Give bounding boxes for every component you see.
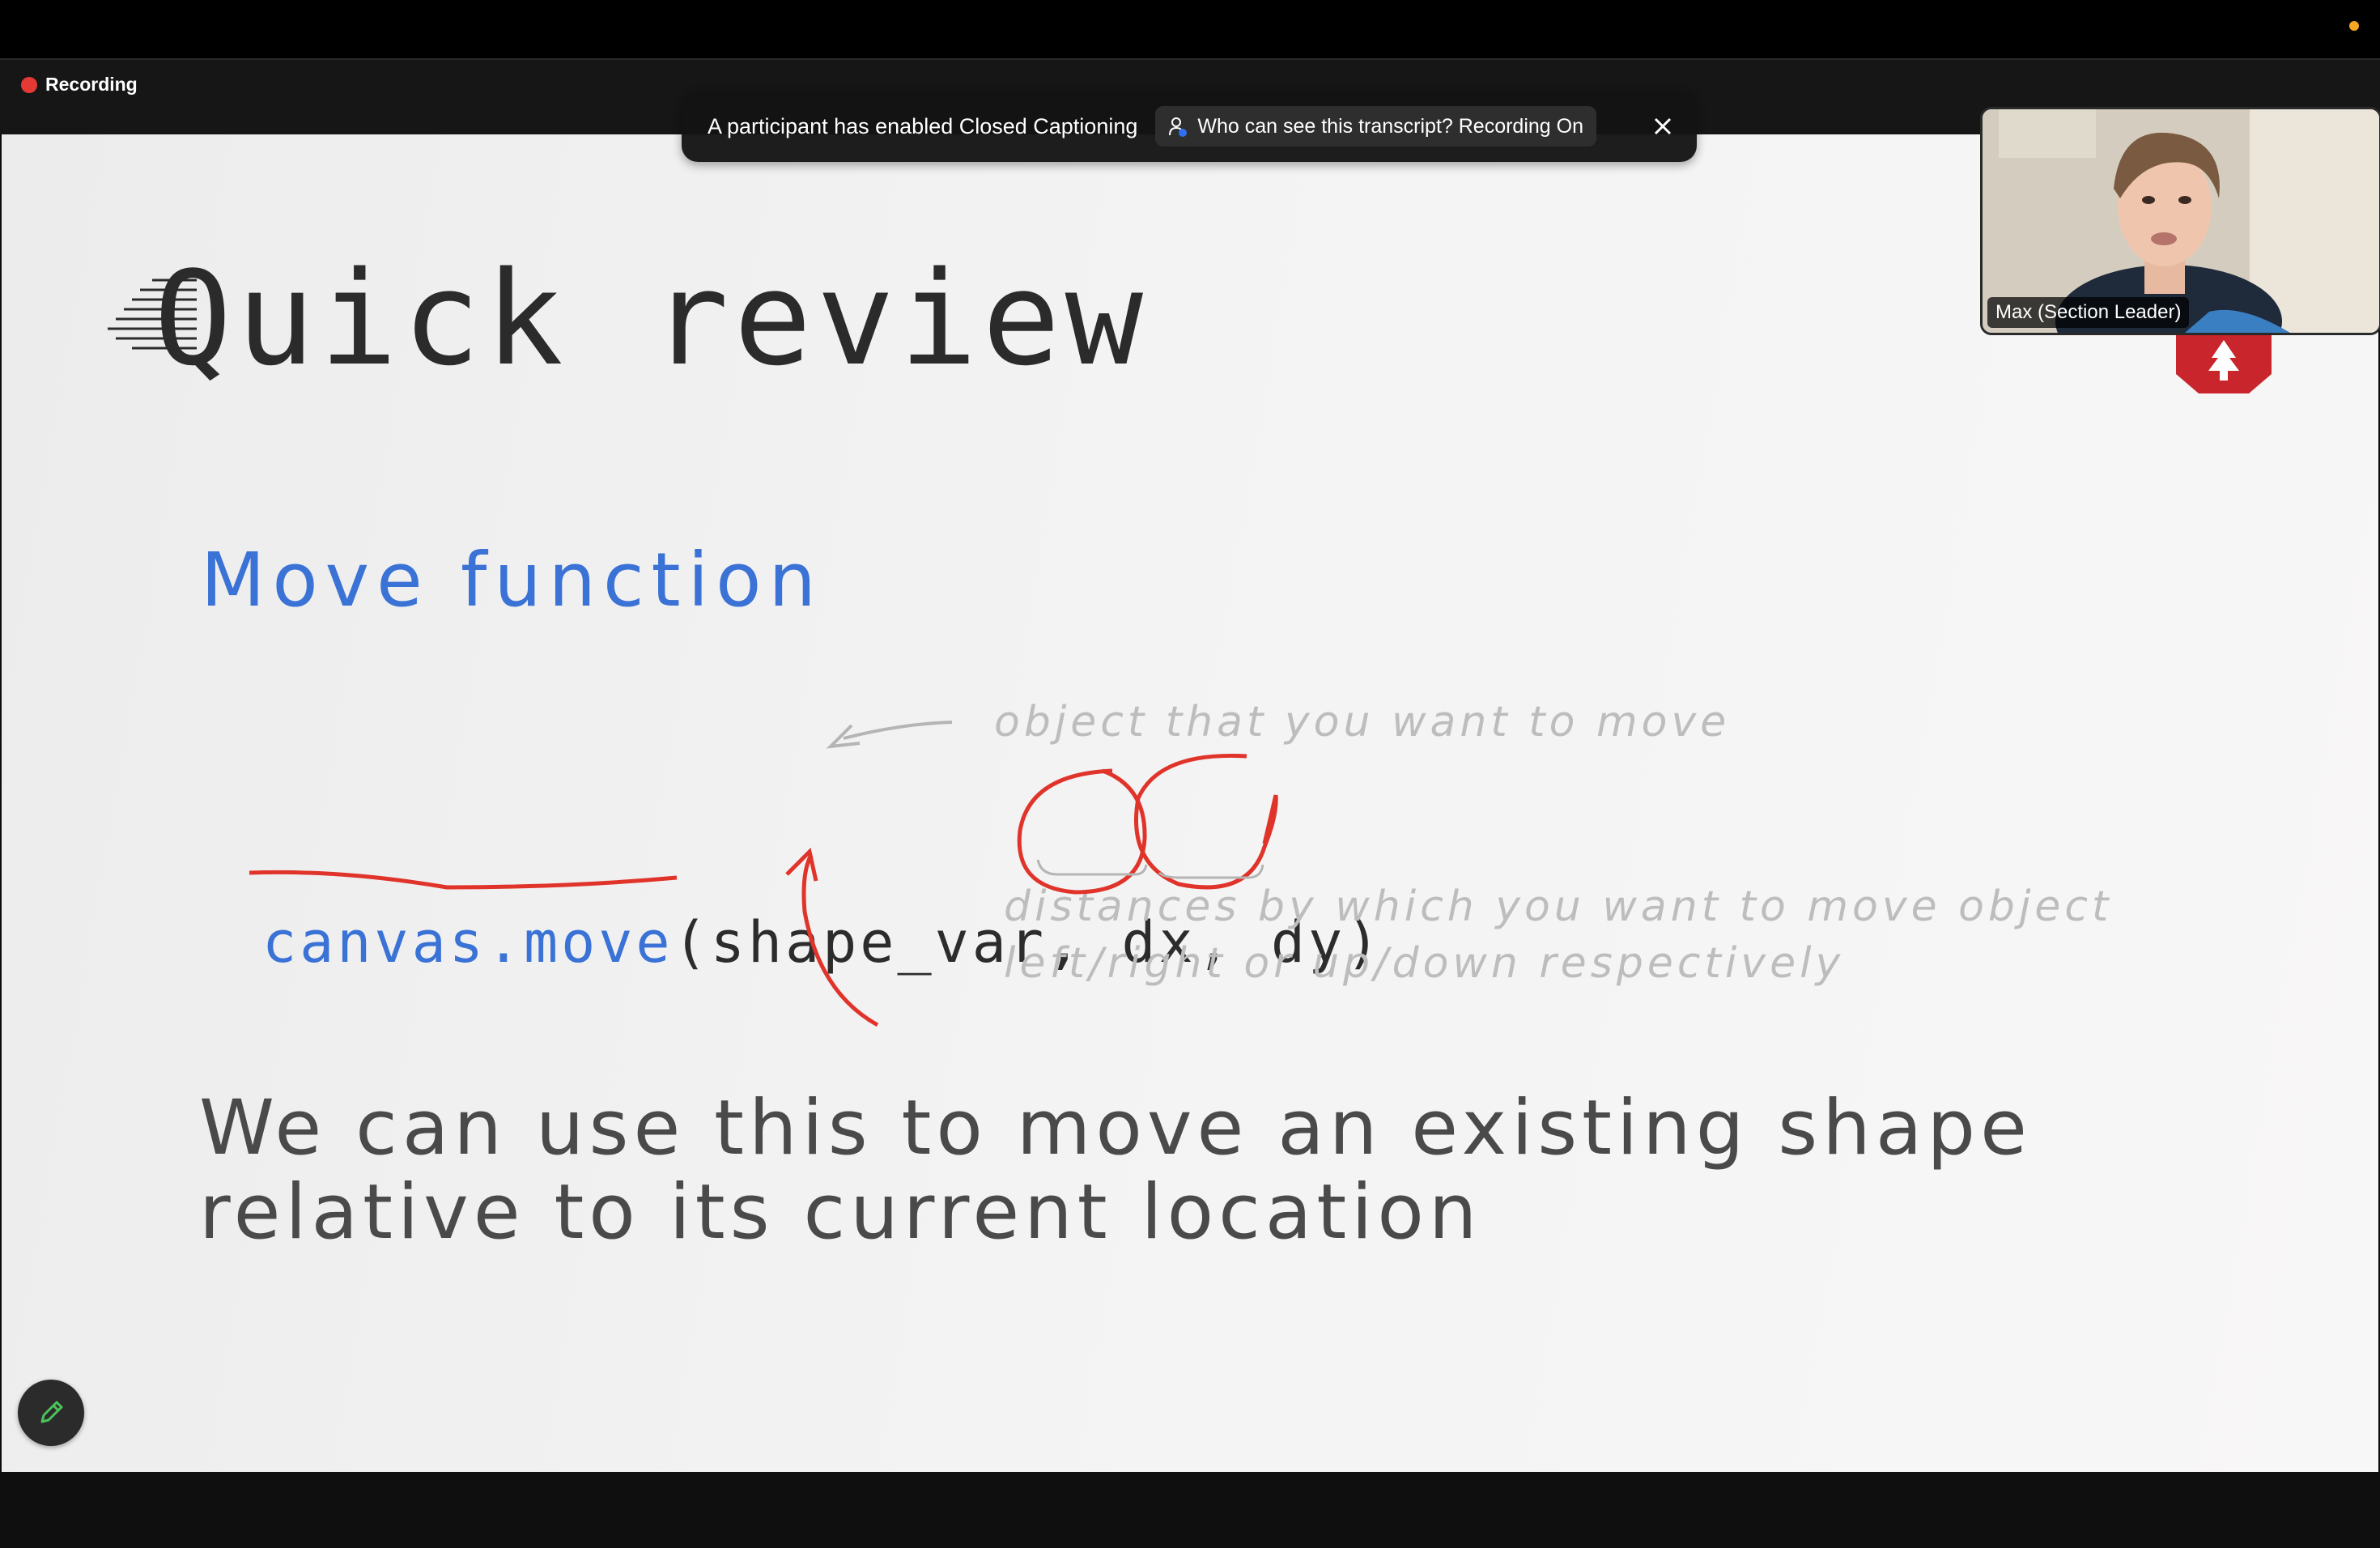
close-banner-button[interactable] xyxy=(1645,108,1681,144)
recording-label: Recording xyxy=(45,74,138,95)
participant-name-label: Max (Section Leader) xyxy=(1987,297,2190,328)
top-bar xyxy=(0,0,2380,60)
pencil-icon xyxy=(40,1401,63,1423)
bottom-bar xyxy=(0,1472,2380,1548)
annotate-button[interactable] xyxy=(18,1380,84,1446)
notification-dot-icon xyxy=(2349,21,2359,31)
cc-message: A participant has enabled Closed Caption… xyxy=(708,113,1138,138)
recording-dot-icon xyxy=(21,76,37,93)
shield-logo-icon xyxy=(2176,335,2272,393)
red-circle-dy xyxy=(1134,753,1278,890)
recording-indicator[interactable]: Recording xyxy=(21,74,138,96)
gray-pointer-arrow xyxy=(843,721,953,740)
transcript-button-label: Who can see this transcript? Recording O… xyxy=(1197,114,1583,138)
person-info-icon xyxy=(1169,117,1188,137)
participant-video-tile[interactable]: Max (Section Leader) xyxy=(1980,107,2380,335)
close-icon xyxy=(1654,117,1672,135)
transcript-visibility-button[interactable]: Who can see this transcript? Recording O… xyxy=(1155,106,1596,147)
closed-caption-banner: A participant has enabled Closed Caption… xyxy=(682,91,1697,162)
red-underline xyxy=(249,870,678,890)
